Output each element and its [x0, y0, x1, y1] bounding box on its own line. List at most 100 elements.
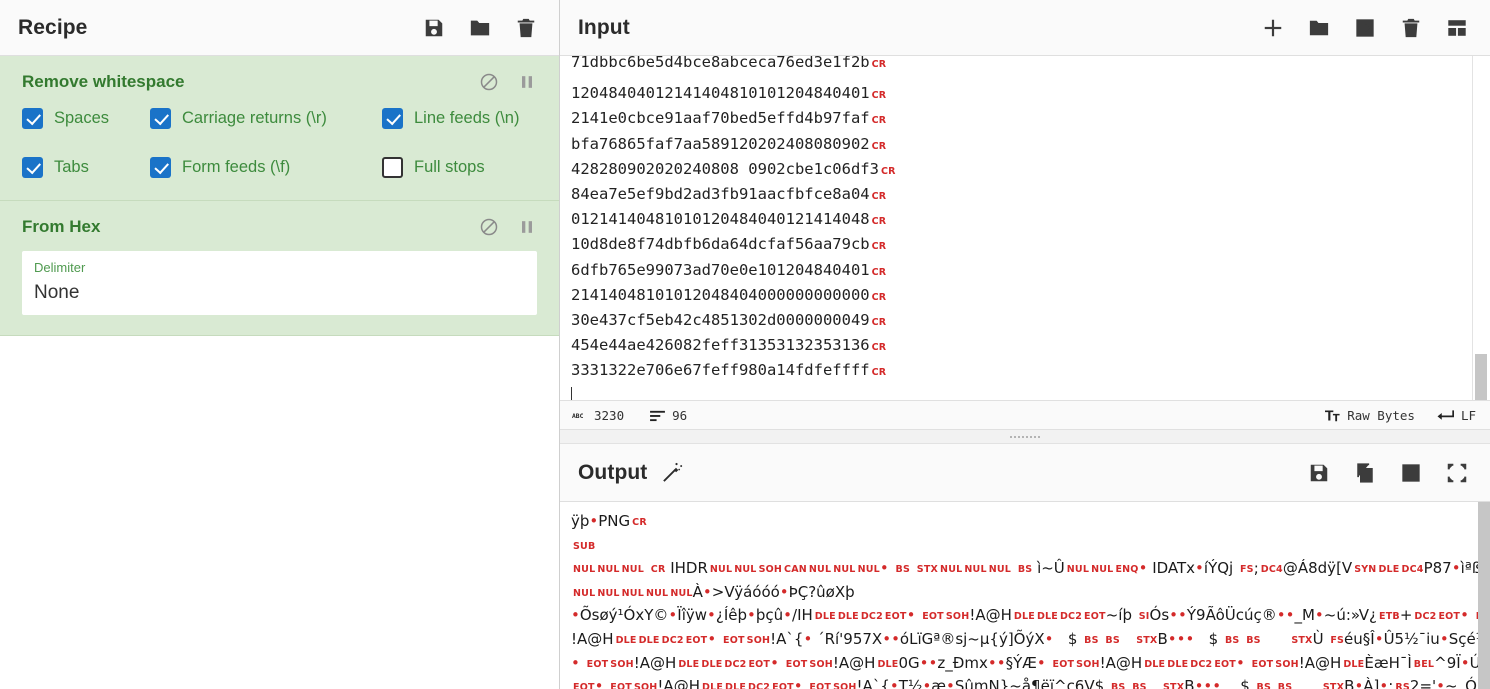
open-file-icon[interactable]	[1354, 17, 1376, 39]
save-icon[interactable]	[1308, 462, 1330, 484]
arg-carriage-returns[interactable]: Carriage returns (\r)	[150, 108, 382, 129]
output-line[interactable]: NUL NUL NUL CR IHDR NUL NUL SOH CAN NUL NUL NUL• …	[571, 557, 1490, 581]
input-line[interactable]: 6dfb765e99073ad70e0e101204840401 CR	[560, 258, 1490, 283]
input-line[interactable]: 454e44ae426082feff31353132353136 CR	[560, 333, 1490, 358]
trash-icon[interactable]	[1400, 17, 1422, 39]
recipe-operation-list[interactable]: Remove whitespace Spaces Carriage return…	[0, 56, 559, 689]
arg-label-tabs: Tabs	[54, 158, 89, 176]
add-tab-icon[interactable]	[1262, 17, 1284, 39]
control-char-chip: EOT	[610, 682, 632, 689]
input-line[interactable]: 21414048101012048404000000000000 CR	[560, 283, 1490, 308]
input-scroll-rail[interactable]	[1472, 56, 1490, 400]
input-line[interactable]: 428280902020240808 0902cbe1c06df3 CR	[560, 157, 1490, 182]
output-text: ~ú:»V¿	[1323, 606, 1377, 625]
output-line[interactable]: • EOT SOH!A@H DLE DLE DC2 EOT• EOT SOH!A@H DLE0…	[571, 652, 1490, 676]
checkbox-spaces[interactable]	[22, 108, 43, 129]
input-editor[interactable]: 71dbbc6be5d4bce8abceca76ed3e1f2b CR 120484…	[560, 56, 1490, 400]
input-scrollbar-thumb[interactable]	[1475, 354, 1487, 400]
control-char-chip: NUL	[573, 587, 596, 599]
control-char-chip: CR	[880, 165, 896, 177]
io-splitter[interactable]	[560, 430, 1490, 444]
control-char-chip: NUL	[1066, 564, 1090, 576]
delimiter-value[interactable]: None	[34, 279, 525, 307]
input-line[interactable]: 01214140481010120484040121414048 CR	[560, 207, 1490, 232]
pause-icon[interactable]	[517, 72, 537, 92]
disable-icon[interactable]	[479, 217, 499, 237]
trash-icon[interactable]	[515, 17, 537, 39]
input-line[interactable]: 71dbbc6be5d4bce8abceca76ed3e1f2b CR	[560, 56, 1490, 75]
nonprintable-dot: •	[1460, 653, 1470, 672]
output-line[interactable]: •Õsøý¹ÓxY©•Ïîÿw•¿Íêþ•þçû•/IH DLE DLE DC2 EOT…	[571, 604, 1490, 628]
arg-tabs[interactable]: Tabs	[22, 157, 150, 178]
input-line-container[interactable]: 71dbbc6be5d4bce8abceca76ed3e1f2b CR 120484…	[560, 56, 1490, 383]
control-char-chip: STX	[916, 564, 939, 576]
output-scroll-rail[interactable]	[1478, 502, 1490, 689]
input-line-text: 01214140481010120484040121414048	[571, 210, 870, 229]
checkbox-line-feeds[interactable]	[382, 108, 403, 129]
output-line[interactable]: SUB	[571, 534, 1490, 558]
input-length-status[interactable]: ABC 3230	[572, 408, 624, 423]
arg-line-feeds[interactable]: Line feeds (\n)	[382, 108, 519, 129]
arg-spaces[interactable]: Spaces	[22, 108, 150, 129]
control-char-chip: NUL	[857, 564, 880, 576]
operation-title: From Hex	[22, 217, 101, 236]
input-line[interactable]: 12048404012141404810101204840401 CR	[560, 81, 1490, 106]
arg-form-feeds[interactable]: Form feeds (\f)	[150, 157, 382, 178]
maximise-icon[interactable]	[1446, 462, 1468, 484]
output-line-container[interactable]: ÿþ•PNG CR SUB NUL NUL NUL CR IHDR NUL NUL SOH CAN…	[571, 510, 1490, 689]
output-text: PNG	[598, 512, 631, 530]
control-char-chip: EOT	[723, 634, 745, 646]
recipe-operation-from-hex[interactable]: From Hex Delimiter None	[0, 201, 559, 337]
output-text: $	[1053, 629, 1083, 648]
checkbox-tabs[interactable]	[22, 157, 43, 178]
output-line[interactable]: EOT• EOT SOH!A@H DLE DLE DC2 EOT• EOT SOH!A`{•…	[571, 675, 1490, 689]
output-line[interactable]: NUL NUL NUL NUL NULÀ•>Vÿáóóó•ÞÇ?ûøXþ	[571, 581, 1490, 605]
arg-full-stops[interactable]: Full stops	[382, 157, 485, 178]
folder-open-icon[interactable]	[1308, 17, 1330, 39]
output-line[interactable]: !A@H DLE DLE DC2 EOT• EOT SOH!A`{• ´Rí'957X••…	[571, 628, 1490, 652]
recipe-operation-remove-whitespace[interactable]: Remove whitespace Spaces Carriage return…	[0, 56, 559, 201]
nonprintable-dot: •	[891, 629, 900, 648]
control-char-chip: SYN	[1354, 564, 1377, 576]
input-line[interactable]: 10d8de8f74dbfb6da64dcfaf56aa79cb CR	[560, 232, 1490, 257]
pause-icon[interactable]	[517, 217, 537, 237]
checkbox-form-feeds[interactable]	[150, 157, 171, 178]
replace-input-icon[interactable]	[1400, 462, 1422, 484]
nonprintable-dot: •	[803, 629, 813, 648]
input-lines-status[interactable]: 96	[650, 408, 687, 423]
input-line[interactable]: bfa76865faf7aa589120202408080902 CR	[560, 132, 1490, 157]
output-text: P87	[1423, 559, 1452, 578]
disable-icon[interactable]	[479, 72, 499, 92]
control-char-chip: CR	[632, 517, 647, 528]
control-char-chip: BS	[1277, 682, 1293, 689]
copy-icon[interactable]	[1354, 462, 1376, 484]
tabs-layout-icon[interactable]	[1446, 17, 1468, 39]
output-editor[interactable]: ÿþ•PNG CR SUB NUL NUL NUL CR IHDR NUL NUL SOH CAN…	[560, 502, 1490, 689]
folder-icon[interactable]	[469, 17, 491, 39]
control-char-chip: DC4	[1401, 564, 1424, 576]
input-line[interactable]: 84ea7e5ef9bd2ad3fb91aacfbfce8a04 CR	[560, 182, 1490, 207]
output-text: IDATx	[1147, 559, 1196, 578]
control-char-chip: DLE	[701, 658, 723, 670]
input-line[interactable]: 30e437cf5eb42c4851302d0000000049 CR	[560, 308, 1490, 333]
nonprintable-dot: •	[1451, 559, 1461, 578]
magic-wand-icon[interactable]	[661, 461, 684, 484]
input-encoding-selector[interactable]: Raw Bytes	[1325, 408, 1415, 423]
delimiter-field[interactable]: Delimiter None	[22, 251, 537, 316]
nonprintable-dot: •	[793, 677, 803, 689]
input-line-text: 21414048101012048404000000000000	[571, 285, 870, 304]
control-char-chip: BEL	[1413, 658, 1435, 670]
input-eol-selector[interactable]: LF	[1437, 408, 1476, 423]
input-line[interactable]: 3331322e706e67feff980a14fdfeffff CR	[560, 358, 1490, 383]
control-char-chip: SOH	[1076, 658, 1100, 670]
font-icon	[1325, 409, 1340, 422]
operation-controls	[479, 72, 537, 92]
input-line[interactable]: 2141e0cbce91aaf70bed5effd4b97faf CR	[560, 106, 1490, 131]
checkbox-full-stops[interactable]	[382, 157, 403, 178]
control-char-chip: EOT	[1251, 658, 1274, 670]
save-icon[interactable]	[423, 17, 445, 39]
output-line[interactable]: ÿþ•PNG CR	[571, 510, 1490, 534]
checkbox-carriage-returns[interactable]	[150, 108, 171, 129]
